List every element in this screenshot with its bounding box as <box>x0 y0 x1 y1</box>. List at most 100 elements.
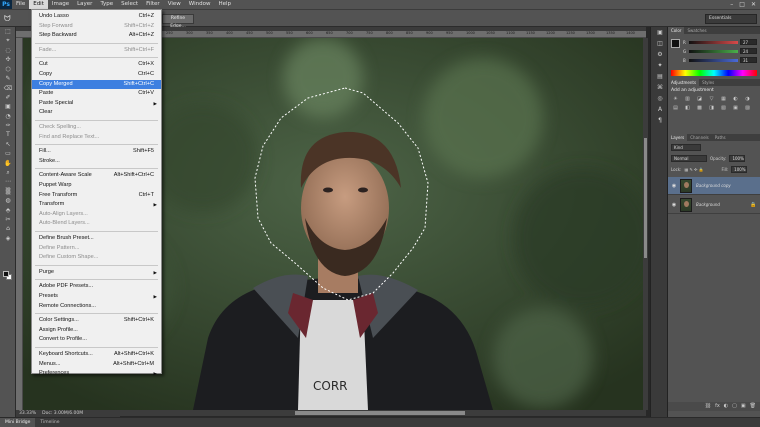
tool-icon[interactable]: ▒ <box>0 187 16 196</box>
tool-icon[interactable]: ⌂ <box>0 224 16 233</box>
dock-panel-icon[interactable]: ▣ <box>651 27 669 38</box>
tool-icon[interactable]: ▣ <box>0 102 16 111</box>
tool-icon[interactable]: ⬚ <box>0 27 16 36</box>
layers-footer-icon[interactable]: ⛓ <box>705 402 711 411</box>
tool-icon[interactable]: ⌫ <box>0 83 16 92</box>
menu-window[interactable]: Window <box>185 0 215 9</box>
adjustment-icon[interactable]: ▥ <box>683 96 692 103</box>
menu-item-copy-merged[interactable]: Copy Merged Shift+Ctrl+C <box>32 79 161 89</box>
adjustment-icon[interactable]: ▨ <box>743 105 752 112</box>
menu-item-puppet-warp[interactable]: Puppet Warp <box>32 181 161 190</box>
horizontal-scrollbar[interactable] <box>120 410 646 416</box>
foreground-color-swatch[interactable] <box>3 271 9 277</box>
adjustment-icon[interactable]: ▤ <box>671 105 680 112</box>
layers-footer-icon[interactable]: 🗑 <box>750 402 756 411</box>
menu-select[interactable]: Select <box>117 0 142 9</box>
tool-icon[interactable]: ✋ <box>0 158 16 167</box>
tool-icon[interactable]: ◔ <box>0 112 16 121</box>
layer-filter-kind[interactable]: Kind <box>671 143 701 151</box>
menu-item-step-backward[interactable]: Step Backward Alt+Ctrl+Z <box>32 31 161 40</box>
channel-slider[interactable] <box>689 49 738 53</box>
channel-value[interactable]: 24 <box>740 48 757 54</box>
dock-panel-icon[interactable]: ◎ <box>651 93 669 104</box>
tool-icon[interactable]: ⌖ <box>0 36 16 45</box>
channel-slider[interactable] <box>689 58 738 62</box>
tool-icon[interactable]: ✑ <box>0 121 16 130</box>
tab-layers[interactable]: Layers <box>668 134 688 141</box>
layer-name[interactable]: Background copy <box>696 183 760 188</box>
tool-icon[interactable]: ✣ <box>0 55 16 64</box>
menu-filter[interactable]: Filter <box>142 0 164 9</box>
adjustment-icon[interactable]: ☀ <box>671 96 680 103</box>
opacity-field[interactable]: 100% <box>729 154 746 162</box>
menu-item-free-transform[interactable]: Free Transform Ctrl+T <box>32 191 161 200</box>
vertical-scrollbar[interactable] <box>643 38 648 410</box>
menu-item-content-aware-scale[interactable]: Content-Aware Scale Alt+Shift+Ctrl+C <box>32 171 161 180</box>
menu-item-color-settings[interactable]: Color Settings... Shift+Ctrl+K <box>32 316 161 325</box>
tool-icon[interactable]: ▭ <box>0 149 16 158</box>
adjustment-icon[interactable]: ▦ <box>719 96 728 103</box>
tab-timeline[interactable]: Timeline <box>35 418 64 427</box>
menu-item-paste[interactable]: Paste Ctrl+V <box>32 89 161 98</box>
menu-image[interactable]: Image <box>48 0 73 9</box>
adjustment-icon[interactable]: ◨ <box>707 105 716 112</box>
channel-value[interactable]: 27 <box>740 39 757 45</box>
lock-icons[interactable]: ▦ ✎ ✣ 🔒 <box>684 167 718 172</box>
menu-item-presets[interactable]: Presets ▶ <box>32 292 161 301</box>
tab-mini-bridge[interactable]: Mini Bridge <box>0 418 36 427</box>
color-spectrum[interactable] <box>671 70 757 76</box>
minimize-button[interactable]: – <box>730 0 733 9</box>
tool-icon[interactable]: ⬡ <box>0 65 16 74</box>
workspace-switcher[interactable]: Essentials <box>705 14 757 24</box>
menu-help[interactable]: Help <box>214 0 235 9</box>
tool-icon[interactable]: ⌕ <box>0 168 16 177</box>
close-button[interactable]: ✕ <box>751 0 756 9</box>
adjustment-icon[interactable]: ◪ <box>695 96 704 103</box>
foreground-color-swatch-large[interactable] <box>671 39 680 48</box>
visibility-eye-icon[interactable]: ◉ <box>668 202 680 208</box>
visibility-eye-icon[interactable]: ◉ <box>668 183 680 189</box>
menu-item-undo-lasso[interactable]: Undo Lasso Ctrl+Z <box>32 12 161 21</box>
maximize-button[interactable]: □ <box>739 0 745 9</box>
dock-panel-icon[interactable]: ✦ <box>651 60 669 71</box>
layer-name[interactable]: Background <box>696 202 750 207</box>
blend-mode-select[interactable]: Normal <box>671 154 707 162</box>
tool-icon[interactable]: ✂ <box>0 215 16 224</box>
tab-paths[interactable]: Paths <box>712 134 729 141</box>
tool-icon[interactable]: ↖ <box>0 140 16 149</box>
dock-panel-icon[interactable]: ⌘ <box>651 82 669 93</box>
adjustment-icon[interactable]: ◑ <box>743 96 752 103</box>
adjustment-icon[interactable]: ◐ <box>731 96 740 103</box>
menu-item-menus[interactable]: Menus... Alt+Shift+Ctrl+M <box>32 360 161 369</box>
adjustment-icon[interactable]: ▩ <box>695 105 704 112</box>
tool-icon[interactable]: ⋯ <box>0 177 16 186</box>
refine-edge-button[interactable]: Refine Edge... <box>162 14 194 29</box>
tool-icon[interactable]: T <box>0 130 16 139</box>
tab-swatches[interactable]: Swatches <box>684 27 709 34</box>
menu-item-remote-connections[interactable]: Remote Connections... <box>32 302 161 311</box>
tool-icon[interactable]: ◈ <box>0 234 16 243</box>
tool-icon[interactable]: ✎ <box>0 74 16 83</box>
menu-edit[interactable]: Edit <box>29 0 48 9</box>
dock-panel-icon[interactable]: ⚙ <box>651 49 669 60</box>
dock-panel-icon[interactable]: ▤ <box>651 71 669 82</box>
adjustment-icon[interactable]: ▽ <box>707 96 716 103</box>
channel-slider[interactable] <box>689 40 738 44</box>
fill-field[interactable]: 100% <box>731 165 748 173</box>
dock-panel-icon[interactable]: A <box>651 104 669 115</box>
menu-item-convert-to-profile[interactable]: Convert to Profile... <box>32 335 161 344</box>
menu-layer[interactable]: Layer <box>73 0 96 9</box>
tool-icon[interactable]: ⬘ <box>0 205 16 214</box>
menu-item-preferences[interactable]: Preferences ▶ <box>32 369 161 378</box>
adjustment-icon[interactable]: ◧ <box>683 105 692 112</box>
menu-item-keyboard-shortcuts[interactable]: Keyboard Shortcuts... Alt+Shift+Ctrl+K <box>32 350 161 359</box>
menu-item-transform[interactable]: Transform ▶ <box>32 200 161 209</box>
zoom-level[interactable]: 33.33% <box>19 411 36 416</box>
menu-item-clear[interactable]: Clear <box>32 108 161 117</box>
adjustment-icon[interactable]: ▧ <box>719 105 728 112</box>
layers-footer-icon[interactable]: ▣ <box>741 402 746 411</box>
menu-file[interactable]: File <box>12 0 29 9</box>
lasso-tool-preset-icon[interactable]: ᗢ <box>4 13 20 24</box>
layer-row[interactable]: ◉ Background 🔒 <box>668 196 760 214</box>
tool-icon[interactable]: ◍ <box>0 196 16 205</box>
